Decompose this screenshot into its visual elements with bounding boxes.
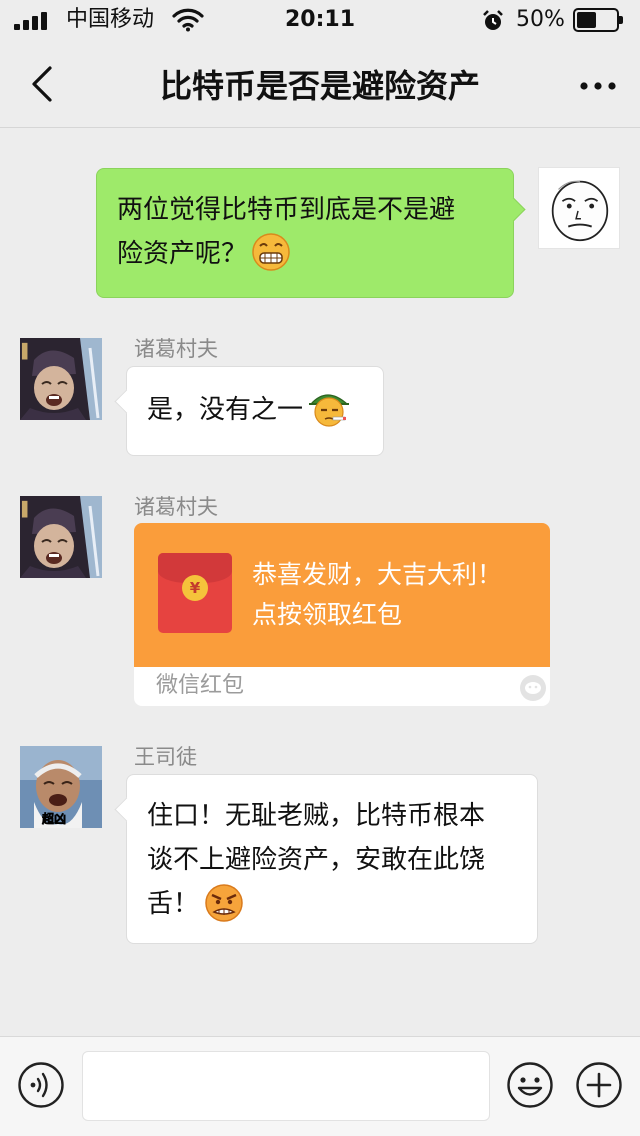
red-packet-greeting: 恭喜发财，大吉大利！ bbox=[252, 560, 503, 589]
plus-icon[interactable] bbox=[575, 1061, 623, 1109]
sender-name: 诸葛村夫 bbox=[134, 337, 218, 361]
emoji-icon[interactable] bbox=[506, 1061, 554, 1109]
battery-percentage: 50% bbox=[516, 7, 565, 32]
message-bubble-incoming[interactable]: 住口！无耻老贼，比特币根本 谈不上避险资产，安敢在此饶 舌！ bbox=[126, 774, 538, 944]
sender-name: 诸葛村夫 bbox=[134, 495, 218, 519]
message-text-line: 险资产呢？ bbox=[117, 232, 493, 276]
red-packet-footer: 微信红包 bbox=[134, 667, 550, 706]
my-avatar[interactable] bbox=[538, 167, 620, 249]
message-text-line: 谈不上避险资产，安敢在此饶 bbox=[147, 845, 486, 875]
red-envelope-icon: ¥ bbox=[158, 553, 232, 633]
message-bubble-outgoing[interactable]: 两位觉得比特币到底是不是避 险资产呢？ bbox=[96, 168, 514, 298]
message-text-line: 两位觉得比特币到底是不是避 bbox=[117, 195, 456, 225]
coin-symbol: ¥ bbox=[182, 575, 208, 601]
avatar-zhuge-cunfu[interactable]: ▌ bbox=[20, 496, 102, 578]
message-text: 是，没有之一 bbox=[147, 395, 304, 425]
chat-input-bar bbox=[0, 1036, 640, 1136]
grimace-emoji-icon bbox=[252, 233, 290, 271]
chat-header: 比特币是否是避险资产 bbox=[0, 40, 640, 128]
avatar-caption: 超凶 bbox=[41, 811, 66, 826]
message-text-line: 住口！无耻老贼，比特币根本 bbox=[147, 801, 486, 831]
svg-text:▌: ▌ bbox=[21, 342, 33, 360]
ellipsis-icon[interactable] bbox=[576, 66, 620, 106]
red-packet-action: 点按领取红包 bbox=[252, 600, 403, 629]
message-bubble-incoming[interactable]: 是，没有之一 bbox=[126, 366, 384, 456]
red-packet-body: ¥ 恭喜发财，大吉大利！ 点按领取红包 bbox=[134, 523, 550, 667]
battery-icon bbox=[573, 8, 623, 32]
message-text-line: 舌！ bbox=[147, 889, 200, 919]
avatar-zhuge-cunfu[interactable]: ▌ bbox=[20, 338, 102, 420]
sender-name: 王司徒 bbox=[134, 745, 197, 769]
alarm-icon bbox=[483, 10, 503, 30]
red-packet-footer-label: 微信红包 bbox=[156, 673, 245, 698]
smoking-soldier-emoji-icon bbox=[309, 394, 350, 427]
voice-icon[interactable] bbox=[17, 1061, 65, 1109]
red-packet-card[interactable]: ¥ 恭喜发财，大吉大利！ 点按领取红包 微信红包 bbox=[134, 523, 550, 706]
svg-text:▌: ▌ bbox=[21, 500, 33, 518]
angry-face-emoji-icon bbox=[205, 884, 243, 922]
status-bar: 中国移动 20:11 50% bbox=[0, 0, 640, 40]
message-input[interactable] bbox=[82, 1051, 490, 1121]
wechat-watermark-icon bbox=[520, 675, 546, 701]
chat-title: 比特币是否是避险资产 bbox=[159, 67, 480, 105]
avatar-wang-situ[interactable]: 超凶 bbox=[20, 746, 102, 828]
message-text-line: 舌！ bbox=[147, 882, 517, 926]
message-text-line: 险资产呢？ bbox=[117, 239, 248, 269]
